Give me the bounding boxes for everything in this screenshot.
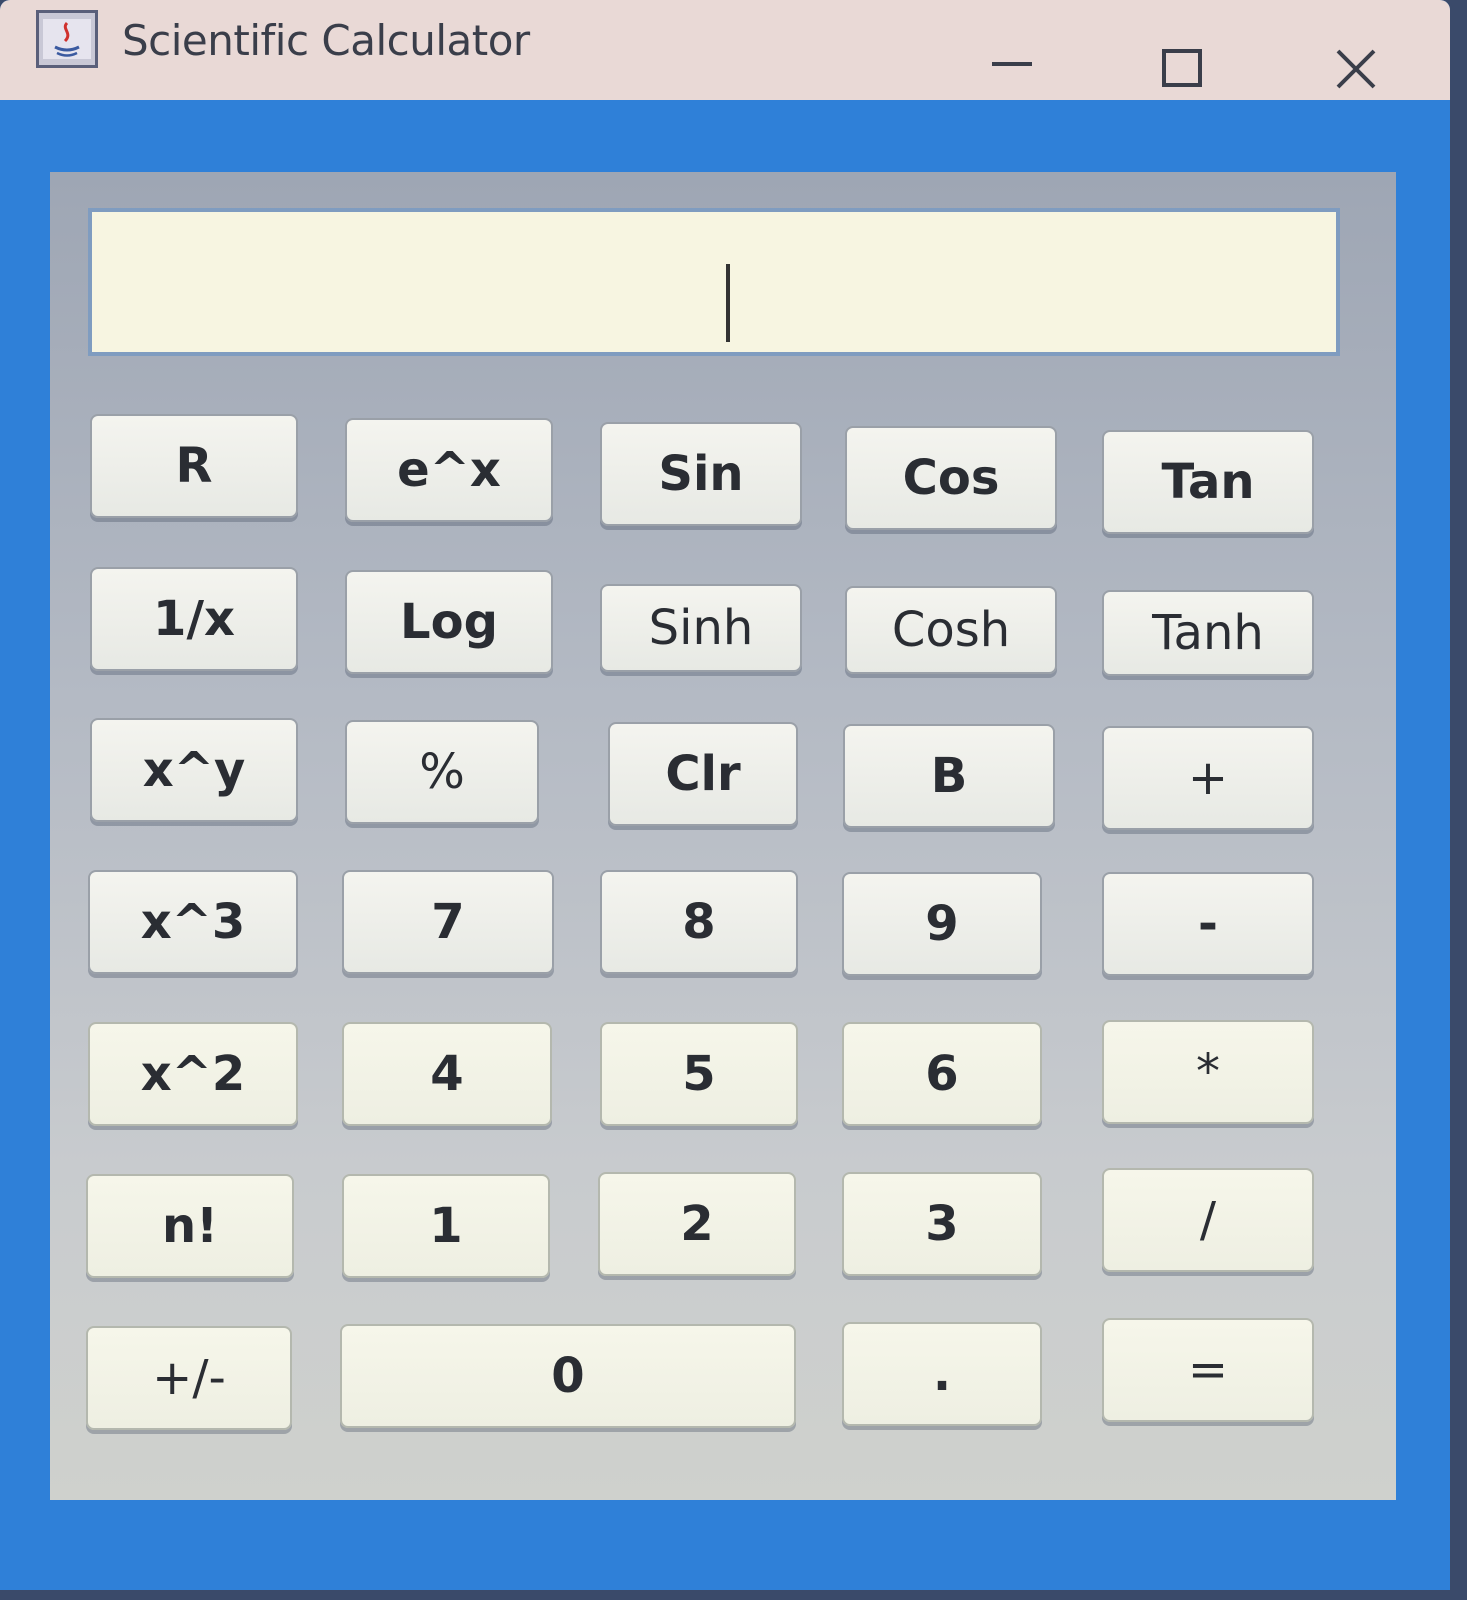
minimize-icon [992, 62, 1032, 66]
key-3[interactable]: 3 [842, 1172, 1042, 1276]
maximize-icon [1162, 49, 1202, 87]
key-clear[interactable]: Clr [608, 722, 798, 826]
calculator-window: Scientific Calculator R e^x Sin Cos Tan … [0, 0, 1450, 1590]
key-decimal[interactable]: . [842, 1322, 1042, 1426]
key-7[interactable]: 7 [342, 870, 554, 974]
display-field[interactable] [88, 208, 1340, 356]
key-percent[interactable]: % [345, 720, 539, 824]
key-r[interactable]: R [90, 414, 298, 518]
key-backspace[interactable]: B [843, 724, 1055, 828]
key-9[interactable]: 9 [842, 872, 1042, 976]
display-input[interactable] [92, 212, 1336, 352]
key-plus[interactable]: + [1102, 726, 1314, 830]
key-minus[interactable]: - [1102, 872, 1314, 976]
key-tan[interactable]: Tan [1102, 430, 1314, 534]
close-button[interactable] [1322, 34, 1392, 104]
key-2[interactable]: 2 [598, 1172, 796, 1276]
title-bar: Scientific Calculator [0, 0, 1450, 100]
key-cube[interactable]: x^3 [88, 870, 298, 974]
key-exp[interactable]: e^x [345, 418, 553, 522]
key-factorial[interactable]: n! [86, 1174, 294, 1278]
key-sin[interactable]: Sin [600, 422, 802, 526]
window-title: Scientific Calculator [122, 16, 530, 65]
calculator-panel: R e^x Sin Cos Tan 1/x Log Sinh Cosh Tanh… [50, 172, 1396, 1500]
key-tanh[interactable]: Tanh [1102, 590, 1314, 676]
key-log[interactable]: Log [345, 570, 553, 674]
key-4[interactable]: 4 [342, 1022, 552, 1126]
key-square[interactable]: x^2 [88, 1022, 298, 1126]
key-multiply[interactable]: * [1102, 1020, 1314, 1124]
key-divide[interactable]: / [1102, 1168, 1314, 1272]
key-reciprocal[interactable]: 1/x [90, 567, 298, 671]
minimize-button[interactable] [978, 34, 1048, 104]
key-1[interactable]: 1 [342, 1174, 550, 1278]
key-8[interactable]: 8 [600, 870, 798, 974]
key-equals[interactable]: = [1102, 1318, 1314, 1422]
key-sinh[interactable]: Sinh [600, 584, 802, 672]
key-6[interactable]: 6 [842, 1022, 1042, 1126]
java-app-icon [36, 10, 98, 68]
close-icon [1336, 49, 1376, 89]
key-cosh[interactable]: Cosh [845, 586, 1057, 674]
text-caret [726, 264, 730, 342]
key-power[interactable]: x^y [90, 718, 298, 822]
key-5[interactable]: 5 [600, 1022, 798, 1126]
maximize-button[interactable] [1146, 34, 1216, 104]
key-0[interactable]: 0 [340, 1324, 796, 1428]
key-cos[interactable]: Cos [845, 426, 1057, 530]
key-negate[interactable]: +/- [86, 1326, 292, 1430]
